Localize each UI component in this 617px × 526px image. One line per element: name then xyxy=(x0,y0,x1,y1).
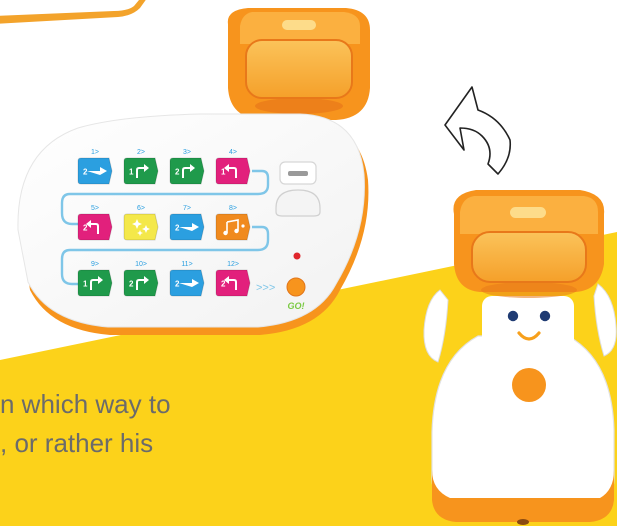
coding-board: 1> 2 2> 1 3> 2 4> 1 5> 2 6> 7> 2 8> 9> 1 10> 2 11> 2 12> 2 >>>… xyxy=(17,113,369,335)
card-corner xyxy=(0,0,146,24)
tile-digit: 1 xyxy=(221,168,226,177)
caption-line-1: n which way to xyxy=(0,389,171,419)
tile-digit: 1 xyxy=(129,168,134,177)
detached-robot-head xyxy=(227,8,370,133)
robot-chest-button xyxy=(512,368,546,402)
step-label: 12> xyxy=(227,261,239,268)
step-label: 4> xyxy=(229,149,237,156)
curved-arrow-icon xyxy=(444,86,512,175)
step-label: 9> xyxy=(91,261,99,268)
step-label: 10> xyxy=(135,261,147,268)
go-label: GO! xyxy=(288,301,305,311)
chevron-arrows: >>> xyxy=(256,282,275,294)
tile-digit: 2 xyxy=(175,280,180,289)
robot xyxy=(423,190,617,525)
step-label: 2> xyxy=(137,149,145,156)
step-label: 11> xyxy=(181,261,192,268)
step-label: 3> xyxy=(183,149,191,156)
go-button[interactable] xyxy=(286,277,306,297)
tile-digit: 2 xyxy=(221,280,226,289)
step-label: 8> xyxy=(229,205,237,212)
step-label: 1> xyxy=(91,149,99,156)
status-led xyxy=(293,252,301,260)
step-label: 5> xyxy=(91,205,99,212)
caption-line-2: , or rather his xyxy=(0,428,154,458)
robot-left-eye xyxy=(507,310,519,322)
tile-digit: 2 xyxy=(129,280,134,289)
tile-digit: 2 xyxy=(175,224,180,233)
step-label: 6> xyxy=(137,205,145,212)
tile-body xyxy=(123,213,159,241)
tile-digit: 2 xyxy=(83,168,88,177)
tile-digit: 2 xyxy=(175,168,180,177)
tile-body xyxy=(215,213,251,241)
robot-right-eye xyxy=(539,310,551,322)
step-label: 7> xyxy=(183,205,191,212)
tile-digit: 2 xyxy=(83,224,88,233)
tile-digit: 1 xyxy=(83,280,88,289)
